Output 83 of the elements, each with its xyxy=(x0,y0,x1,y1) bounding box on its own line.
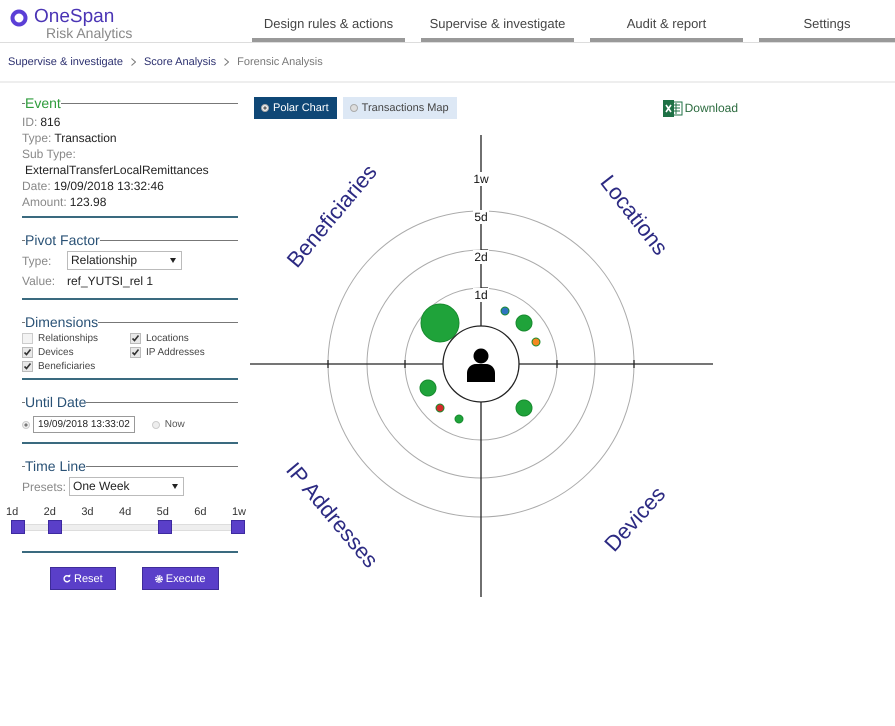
breadcrumb-link[interactable]: Supervise & investigate xyxy=(8,56,123,68)
nav-tab[interactable]: Audit & report xyxy=(590,16,743,42)
nav-tab[interactable]: Design rules & actions xyxy=(252,16,405,42)
section-title: Until Date xyxy=(25,394,86,410)
ring-label: 1w xyxy=(473,172,489,186)
execute-button[interactable]: Execute xyxy=(142,567,218,590)
field-label: Presets: xyxy=(22,478,66,494)
gear-icon xyxy=(154,574,163,582)
section-title: Event xyxy=(25,95,61,111)
section-title: Dimensions xyxy=(25,314,98,330)
nav-tab[interactable]: Settings xyxy=(759,16,895,42)
checkbox-label: Beneficiaries xyxy=(38,361,96,372)
ring-label: 2d xyxy=(474,250,488,264)
checkbox-label: Relationships xyxy=(38,333,98,344)
user-icon xyxy=(467,348,495,382)
bubble xyxy=(420,304,460,342)
radio-button[interactable] xyxy=(152,420,160,428)
slider-tick-label: 4d xyxy=(118,506,132,518)
field-label: Type: xyxy=(22,130,52,146)
field-label: Type: xyxy=(22,252,52,268)
slider-tick-label: 2d xyxy=(44,506,56,518)
refresh-icon xyxy=(63,574,71,583)
checkbox[interactable] xyxy=(22,333,33,344)
bubble xyxy=(420,380,436,396)
field-value: Transaction xyxy=(54,130,117,146)
ring-label: 5d xyxy=(474,210,488,224)
field-label: Date: xyxy=(22,178,51,194)
caret-icon xyxy=(172,484,178,489)
field-label: Amount: xyxy=(22,194,67,210)
presets-dropdown[interactable]: One Week xyxy=(69,477,184,496)
radio-icon xyxy=(350,104,358,112)
field-value: 123.98 xyxy=(70,194,106,210)
chevron-icon xyxy=(224,58,230,66)
chevron-icon xyxy=(130,58,136,66)
bubble xyxy=(516,314,532,332)
slider-tick-label: 5d xyxy=(156,506,169,518)
bubble xyxy=(516,400,532,416)
checkbox[interactable] xyxy=(130,333,141,344)
slider-handle[interactable] xyxy=(158,520,172,534)
slider-tick-label: 1w xyxy=(232,506,246,518)
spreadsheet-icon xyxy=(662,100,683,116)
section-title: Time Line xyxy=(25,458,86,474)
slider-tick-label: 6d xyxy=(194,506,207,518)
download-link[interactable]: Download xyxy=(662,100,738,116)
slider-handle[interactable] xyxy=(48,520,62,534)
bubble xyxy=(500,306,510,316)
bubble xyxy=(532,338,540,346)
checkbox[interactable] xyxy=(22,347,33,358)
checkbox[interactable] xyxy=(22,361,33,372)
product-name: Risk Analytics xyxy=(46,26,132,40)
field-value: ref_YUTSI_rel 1 xyxy=(67,273,154,289)
field-value: ExternalTransferLocalRemittances xyxy=(24,162,210,178)
checkbox-label: IP Addresses xyxy=(146,347,205,358)
radio-button[interactable] xyxy=(22,420,30,428)
view-tab[interactable]: Transactions Map xyxy=(342,97,457,119)
bubble xyxy=(454,414,464,424)
field-value: 19/09/2018 13:32:46 xyxy=(54,178,164,194)
field-label: Sub Type: xyxy=(22,146,77,162)
slider-tick-label: 1d xyxy=(6,506,18,518)
radio-label: Now xyxy=(164,419,185,430)
radio-icon xyxy=(261,104,269,112)
ring-label: 1d xyxy=(474,288,488,302)
bubble xyxy=(436,404,444,412)
reset-button[interactable]: Reset xyxy=(50,567,116,590)
section-title: Pivot Factor xyxy=(25,232,100,248)
checkbox-label: Devices xyxy=(38,347,74,358)
view-tab[interactable]: Polar Chart xyxy=(254,97,337,119)
logo-ring-icon xyxy=(10,8,28,26)
breadcrumb-link[interactable]: Score Analysis xyxy=(144,56,216,68)
date-field[interactable]: 19/09/2018 13:33:02 xyxy=(33,416,135,433)
type-dropdown[interactable]: Relationship xyxy=(67,251,182,270)
field-value: 816 xyxy=(40,114,60,130)
brand-name: OneSpan xyxy=(34,6,116,26)
field-label: Value: xyxy=(22,273,56,289)
checkbox-label: Locations xyxy=(146,333,189,344)
current-page-label: Forensic Analysis xyxy=(237,56,323,68)
field-label: ID: xyxy=(22,114,38,130)
slider-handle[interactable] xyxy=(231,520,245,534)
nav-tab[interactable]: Supervise & investigate xyxy=(421,16,574,42)
slider-tick-label: 3d xyxy=(81,506,94,518)
slider-handle[interactable] xyxy=(11,520,25,534)
caret-icon xyxy=(170,258,176,263)
checkbox[interactable] xyxy=(130,347,141,358)
